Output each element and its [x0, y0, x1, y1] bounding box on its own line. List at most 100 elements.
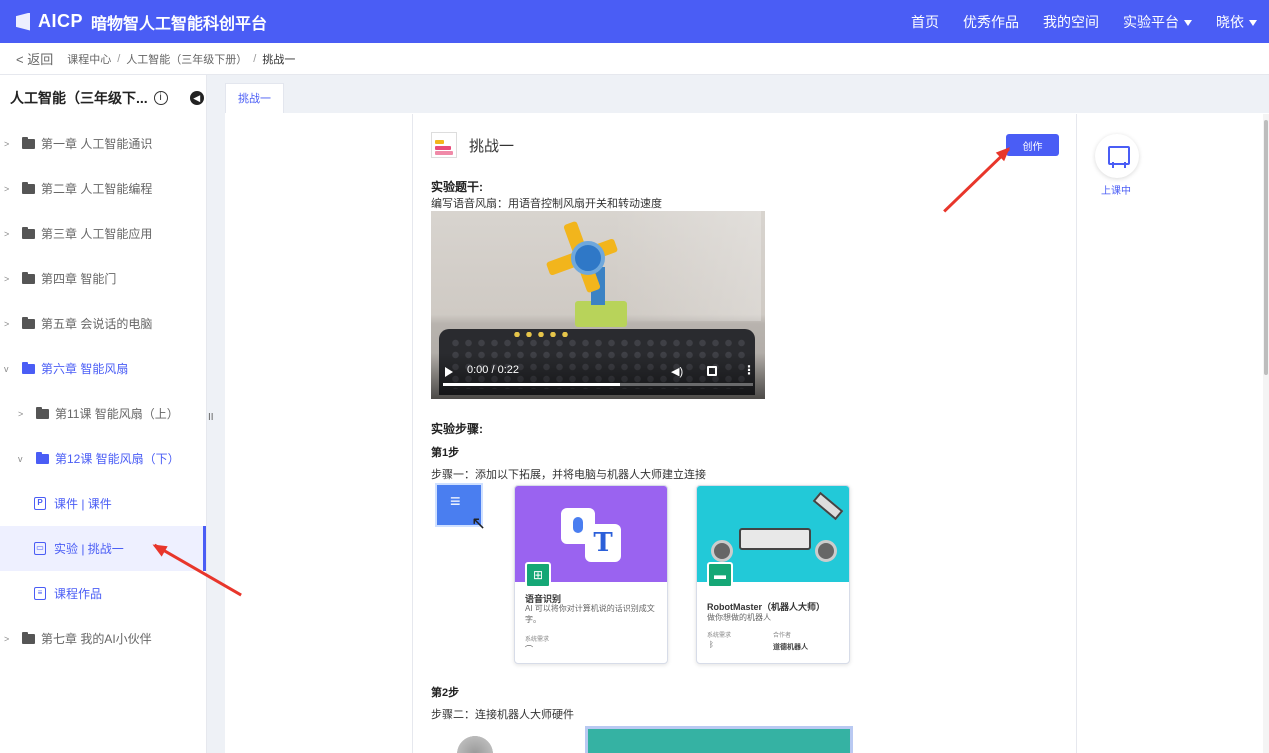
chapter-5[interactable]: > 第五章 会说话的电脑: [0, 301, 206, 346]
leaf-experiment-challenge[interactable]: ▭ 实验 | 挑战一: [0, 526, 206, 571]
volume-icon[interactable]: ◀): [671, 365, 683, 378]
text-t-icon: T: [585, 524, 621, 562]
more-options-icon[interactable]: ⋮: [743, 363, 755, 377]
cursor-icon: ↖: [471, 513, 487, 533]
video-progress-fill: [443, 383, 620, 386]
video-controls: 0:00 / 0:22 ◀) ⋮: [431, 353, 765, 399]
back-link[interactable]: < 返回: [16, 49, 53, 68]
extension-desc: 做你想做的机器人: [707, 613, 771, 622]
task-title: 挑战一: [469, 137, 515, 155]
course-title: 人工智能（三年级下...: [10, 90, 148, 106]
video-progress-bar[interactable]: [443, 383, 753, 386]
presentation-icon: ▭: [34, 542, 46, 555]
chapter-2[interactable]: > 第二章 人工智能编程: [0, 166, 206, 211]
breadcrumb-separator: /: [117, 52, 121, 65]
chapter-1[interactable]: > 第一章 人工智能通识: [0, 121, 206, 166]
video-player[interactable]: 0:00 / 0:22 ◀) ⋮: [431, 211, 765, 399]
extension-desc: AI 可以将你对计算机说的话识别成文字。: [525, 604, 655, 624]
list-icon: ≡: [34, 587, 46, 600]
step2-label: 第2步: [431, 687, 460, 699]
chevron-right-icon: >: [4, 138, 10, 149]
task-thumbnail-icon: [431, 132, 457, 158]
stem-text: 编写语音风扇：用语音控制风扇开关和转动速度: [431, 198, 662, 210]
robot-arm-icon: [812, 491, 844, 521]
chapter-3[interactable]: > 第三章 人工智能应用: [0, 211, 206, 256]
tab-challenge-one[interactable]: 挑战一: [225, 83, 284, 113]
step2-text: 步骤二：连接机器人大师硬件: [431, 709, 574, 721]
create-button[interactable]: 创作: [1006, 134, 1059, 156]
chevron-down-icon: v: [4, 363, 9, 374]
top-nav-menu: 首页 优秀作品 我的空间 实验平台 晓依: [899, 0, 1269, 43]
chevron-right-icon: >: [4, 318, 10, 329]
chevron-right-icon: >: [4, 633, 10, 644]
extension-meta-label: 系统需求: [707, 633, 732, 639]
robot-body-icon: [739, 528, 811, 550]
robot-wheel-icon: [815, 540, 837, 562]
robot-wheel-icon: [711, 540, 733, 562]
scrollbar-thumb[interactable]: [1264, 120, 1268, 375]
chevron-right-icon: >: [4, 228, 10, 239]
steps-label: 实验步骤:: [431, 422, 483, 436]
nav-excellent-works[interactable]: 优秀作品: [951, 12, 1031, 32]
folder-icon: [22, 631, 35, 644]
extension-meta-label: 系统需求: [525, 637, 550, 643]
hardware-image: [453, 734, 497, 753]
stem-label: 实验题干:: [431, 180, 483, 194]
chapter-4[interactable]: > 第四章 智能门: [0, 256, 206, 301]
wifi-icon: ⌒: [525, 645, 533, 654]
folder-icon: [22, 136, 35, 149]
lesson-11[interactable]: > 第11课 智能风扇（上）: [0, 391, 206, 436]
nav-user-menu[interactable]: 晓依: [1204, 12, 1269, 32]
breadcrumb-separator: /: [253, 52, 257, 65]
top-navbar: AICP 暗物智人工智能科创平台 首页 优秀作品 我的空间 实验平台 晓依: [0, 0, 1269, 43]
breadcrumb-course[interactable]: 人工智能（三年级下册）: [126, 51, 247, 67]
bluetooth-icon: ᛒ: [709, 640, 714, 649]
step1-label: 第1步: [431, 447, 460, 459]
nav-home[interactable]: 首页: [899, 12, 951, 32]
chevron-down-icon: v: [18, 453, 23, 464]
chevron-down-icon: [1249, 19, 1257, 26]
resize-handle[interactable]: II: [208, 412, 214, 423]
chevron-right-icon: >: [4, 273, 10, 284]
folder-icon: [22, 226, 35, 239]
fullscreen-icon[interactable]: [707, 366, 717, 376]
logo-text: AICP: [38, 11, 84, 31]
breadcrumb-current: 挑战一: [262, 53, 296, 66]
leaf-courseware[interactable]: P 课件 | 课件: [0, 481, 206, 526]
extension-card-speech[interactable]: T ⊞ 语音识别 AI 可以将你对计算机说的话识别成文字。 系统需求 ⌒: [514, 485, 668, 664]
folder-open-icon: [36, 451, 49, 464]
tab-bar: 挑战一: [225, 83, 284, 113]
in-class-icon[interactable]: [1095, 134, 1139, 178]
breadcrumb-course-center[interactable]: 课程中心: [67, 51, 111, 67]
chapter-6[interactable]: v 第六章 智能风扇: [0, 346, 206, 391]
nav-lab-platform[interactable]: 实验平台: [1111, 12, 1204, 32]
leaf-course-works[interactable]: ≡ 课程作品: [0, 571, 206, 616]
sidebar-header: 人工智能（三年级下... i ◀: [0, 75, 206, 121]
extension-card-robotmaster[interactable]: ▬ RobotMaster（机器人大师） 做你想做的机器人 系统需求 合作者 ᛒ…: [696, 485, 850, 664]
task-header: 挑战一: [431, 132, 514, 158]
course-sidebar: 人工智能（三年级下... i ◀ > 第一章 人工智能通识 > 第二章 人工智能编程…: [0, 75, 207, 753]
collapse-sidebar-icon[interactable]: ◀: [189, 91, 204, 105]
folder-icon: [22, 271, 35, 284]
extension-badge-icon: ▬: [707, 562, 733, 588]
info-icon[interactable]: i: [153, 91, 168, 105]
extension-collaborator: 道德机器人: [773, 644, 808, 651]
folder-icon: [36, 406, 49, 419]
play-icon[interactable]: [445, 367, 453, 377]
folder-icon: [22, 181, 35, 194]
chevron-down-icon: [1184, 19, 1192, 26]
platform-logo[interactable]: AICP 暗物智人工智能科创平台: [0, 10, 267, 34]
in-class-status: 上课中: [1101, 186, 1131, 197]
breadcrumb: < 返回 课程中心 / 人工智能（三年级下册） / 挑战一: [0, 43, 1269, 75]
document-icon: P: [34, 497, 46, 510]
nav-my-space[interactable]: 我的空间: [1031, 12, 1111, 32]
lesson-12[interactable]: v 第12课 智能风扇（下）: [0, 436, 206, 481]
extension-meta-label: 合作者: [773, 633, 792, 639]
task-card: 挑战一 创作 实验题干: 编写语音风扇：用语音控制风扇开关和转动速度 0:00 …: [412, 114, 1077, 753]
folder-open-icon: [22, 361, 35, 374]
right-panel: [1077, 114, 1269, 753]
chapter-7[interactable]: > 第七章 我的AI小伙伴: [0, 616, 206, 661]
step2-screenshot: [585, 726, 853, 753]
step1-text: 步骤一：添加以下拓展，并将电脑与机器人大师建立连接: [431, 469, 706, 481]
chevron-right-icon: >: [4, 183, 10, 194]
